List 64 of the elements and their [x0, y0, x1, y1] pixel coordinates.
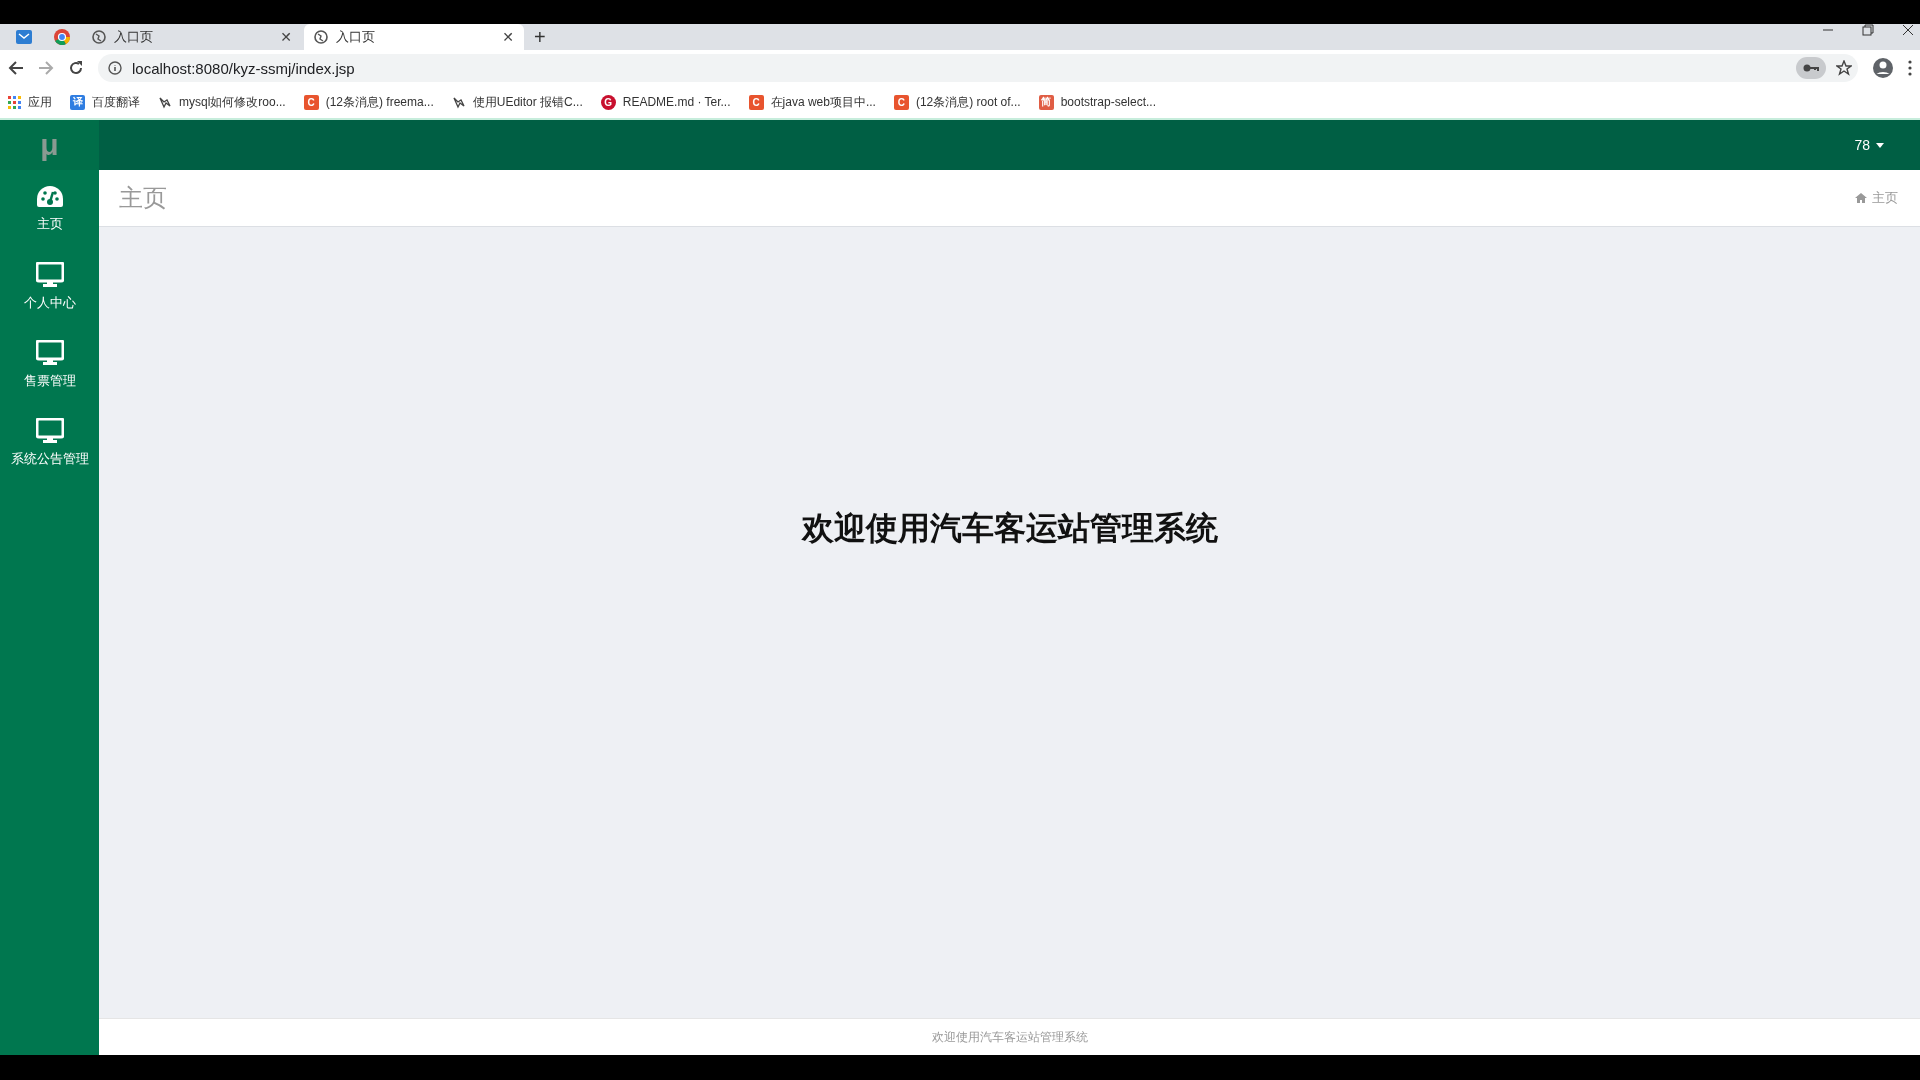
address-bar[interactable]: localhost:8080/kyz-ssmj/index.jsp [98, 54, 1858, 82]
browser-tab[interactable]: 入口页 ✕ [304, 24, 524, 50]
bookmark-link[interactable]: G README.md · Ter... [600, 94, 731, 110]
bookmark-link[interactable]: C (12条消息) root of... [893, 93, 1021, 111]
key-icon[interactable] [1796, 57, 1826, 79]
bookmark-label: 使用UEditor 报错C... [472, 93, 583, 111]
sidebar-item[interactable]: 售票管理 [0, 326, 99, 404]
bookmark-label: 在java web项目中... [770, 93, 876, 111]
apps-grid-icon [8, 95, 21, 109]
bookmark-icon: 简 [1038, 94, 1054, 110]
close-tab-button[interactable]: ✕ [280, 29, 292, 45]
dashboard-icon [35, 185, 64, 209]
bookmark-label: README.md · Ter... [622, 95, 731, 109]
logo: μ [0, 120, 99, 170]
sidebar-item[interactable]: 系统公告管理 [0, 404, 99, 482]
bookmark-link[interactable]: 译 百度翻译 [70, 93, 140, 111]
monitor-icon [35, 418, 64, 444]
mail-icon [16, 30, 32, 44]
home-icon [1855, 193, 1867, 203]
close-tab-button[interactable]: ✕ [502, 29, 514, 45]
reload-icon[interactable] [68, 60, 84, 76]
bookmark-icon: C [748, 94, 764, 110]
browser-logo-icon [54, 29, 70, 45]
welcome-heading: 欢迎使用汽车客运站管理系统 [801, 509, 1218, 548]
caret-icon [1876, 142, 1884, 148]
bookmark-icon: C [893, 94, 909, 110]
close-icon[interactable] [1902, 24, 1914, 36]
sidebar-label: 个人中心 [23, 294, 76, 312]
bookmark-link[interactable]: 使用UEditor 报错C... [451, 93, 583, 111]
bookmark-label: (12条消息) root of... [915, 93, 1021, 111]
bookmark-link[interactable]: mysql如何修改roo... [158, 93, 286, 111]
info-icon [108, 61, 122, 75]
bookmark-label: bootstrap-select... [1060, 95, 1156, 109]
bookmark-link[interactable]: C (12条消息) freema... [303, 93, 434, 111]
bookmark-icon: 译 [70, 94, 85, 110]
new-tab-button[interactable]: + [526, 24, 554, 50]
user-menu[interactable]: 78 [1848, 136, 1890, 154]
sidebar-label: 售票管理 [23, 372, 76, 390]
globe-icon [92, 30, 106, 44]
bookmark-link[interactable]: C 在java web项目中... [748, 93, 876, 111]
bookmark-link[interactable]: 简 bootstrap-select... [1038, 94, 1156, 110]
apps-label: 应用 [28, 93, 52, 111]
globe-icon [314, 30, 328, 44]
sidebar-item[interactable]: 主页 [0, 170, 99, 248]
page-title: 主页 [119, 183, 167, 213]
footer-text: 欢迎使用汽车客运站管理系统 [931, 1028, 1088, 1046]
profile-icon[interactable] [1872, 57, 1894, 79]
bookmark-label: mysql如何修改roo... [179, 93, 286, 111]
apps-link[interactable]: 应用 [8, 93, 52, 111]
menu-icon[interactable] [1908, 60, 1912, 76]
monitor-icon [35, 340, 64, 366]
monitor-icon [35, 262, 64, 288]
bookmark-label: 百度翻译 [92, 93, 140, 111]
bookmark-label: (12条消息) freema... [325, 93, 434, 111]
star-icon[interactable] [1836, 60, 1852, 76]
url-text: localhost:8080/kyz-ssmj/index.jsp [132, 59, 356, 77]
sidebar-label: 系统公告管理 [10, 450, 89, 468]
back-icon[interactable] [8, 60, 24, 76]
restore-icon[interactable] [1862, 24, 1874, 36]
browser-tab[interactable]: 入口页 ✕ [82, 24, 302, 50]
bookmark-icon: G [600, 94, 616, 110]
bookmark-icon: C [303, 94, 319, 110]
sidebar-label: 主页 [36, 215, 63, 233]
sidebar-item[interactable]: 个人中心 [0, 248, 99, 326]
